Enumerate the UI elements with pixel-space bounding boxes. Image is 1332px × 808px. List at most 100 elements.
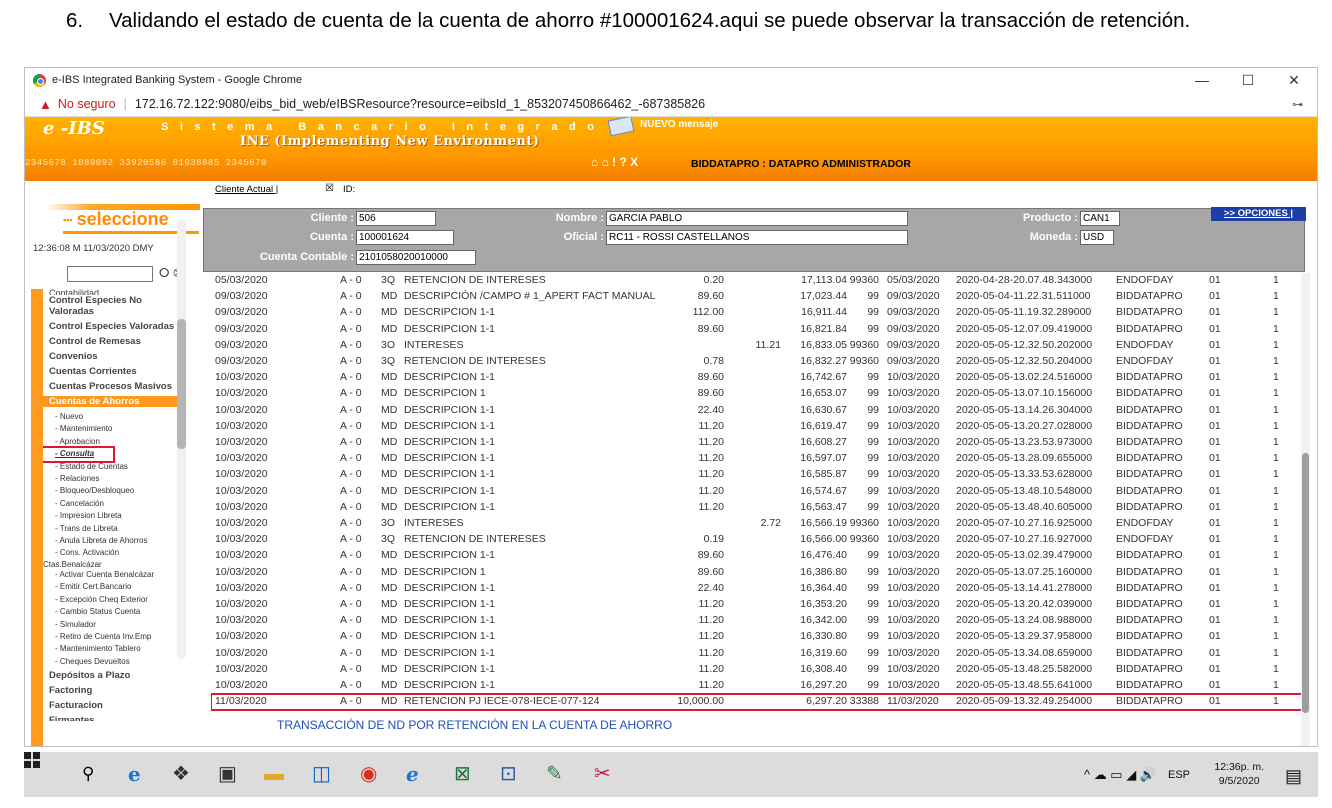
sidebar-subitem-relaciones[interactable]: - Relaciones	[43, 473, 181, 485]
sidebar-subitem-aprobacion[interactable]: - Aprobacion	[43, 436, 181, 448]
transaction-row[interactable]: 10/03/2020 A - 0 MD DESCRIPCION 1-1 11.20 16,…	[211, 678, 1309, 694]
cuenta-field[interactable]: 100001624	[356, 230, 454, 245]
cuenta-contable-field[interactable]: 2101058020010000	[356, 250, 476, 265]
language-indicator[interactable]: ESP	[1168, 769, 1190, 781]
transaction-row[interactable]: 10/03/2020 A - 0 MD DESCRIPCION 1 89.60 16,65…	[211, 386, 1309, 402]
sidebar-subitem-nuevo[interactable]: - Nuevo	[43, 411, 181, 423]
sidebar-item-cuentas-procesos-masivos[interactable]: Cuentas Procesos Masivos	[43, 381, 181, 392]
transaction-row[interactable]: 05/03/2020 A - 0 3Q RETENCION DE INTERESES 0…	[211, 273, 1309, 289]
transaction-row[interactable]: 10/03/2020 A - 0 MD DESCRIPCION 1-1 11.20 16,…	[211, 419, 1309, 435]
sidebar-item-firmantes[interactable]: Firmantes	[43, 715, 181, 721]
search-icon[interactable]: ⚲	[82, 764, 94, 784]
toolbar-icons[interactable]: ⌂ ⌂ ! ? X	[591, 155, 638, 169]
paint-icon[interactable]: ✎	[546, 764, 563, 784]
sidebar-subitem-cons-activacion[interactable]: - Cons. Activación	[43, 547, 181, 559]
transaction-row[interactable]: 10/03/2020 A - 0 MD DESCRIPCION 1-1 89.60 16,…	[211, 548, 1309, 564]
url-text[interactable]: 172.16.72.122:9080/eibs_bid_web/eIBSReso…	[135, 97, 705, 111]
transaction-row[interactable]: 09/03/2020 A - 0 3Q RETENCION DE INTERESES 0…	[211, 354, 1309, 370]
sidebar-subitem-cancelacion[interactable]: - Cancelación	[43, 498, 181, 510]
transaction-row[interactable]: 10/03/2020 A - 0 MD DESCRIPCION 1-1 11.20 16,…	[211, 629, 1309, 645]
transaction-row[interactable]: 09/03/2020 A - 0 3O INTERESES 11.21 16,833.05…	[211, 338, 1309, 354]
snipping-icon[interactable]: ✂	[594, 764, 611, 784]
excel-icon[interactable]: ⊠	[454, 764, 471, 784]
tray-clock[interactable]: 12:36p. m. 9/5/2020	[1214, 760, 1264, 788]
store-icon[interactable]: ▣	[218, 764, 237, 784]
sidebar-item-control-remesas[interactable]: Control de Remesas	[43, 336, 181, 347]
sidebar-item-depositos-plazo[interactable]: Depósitos a Plazo	[43, 670, 181, 681]
highlighted-transaction-row[interactable]: 11/03/2020 A - 0 MD RETENCION PJ IECE-078-I…	[211, 693, 1309, 712]
maximize-button[interactable]: ☐	[1225, 72, 1271, 89]
transaction-row[interactable]: 10/03/2020 A - 0 MD DESCRIPCION 1-1 11.20 16,…	[211, 613, 1309, 629]
address-bar[interactable]: ▲ No seguro | 172.16.72.122:9080/eibs_bi…	[25, 92, 1317, 117]
transaction-row[interactable]: 09/03/2020 A - 0 MD DESCRIPCION 1-1 112.00 16…	[211, 305, 1309, 321]
sidebar-subitem-consulta[interactable]: - Consulta	[43, 446, 115, 463]
transaction-row[interactable]: 10/03/2020 A - 0 MD DESCRIPCION 1-1 11.20 16,…	[211, 435, 1309, 451]
sidebar-subitem-activar-benalcazar[interactable]: - Activar Cuenta Benalcázar	[43, 569, 181, 581]
transaction-row[interactable]: 10/03/2020 A - 0 3Q RETENCION DE INTERESES 0…	[211, 532, 1309, 548]
sidebar-item-factoring[interactable]: Factoring	[43, 685, 181, 696]
transaction-row[interactable]: 10/03/2020 A - 0 MD DESCRIPCION 1-1 11.20 16,…	[211, 646, 1309, 662]
word-icon[interactable]: ⊡	[500, 764, 517, 784]
sidebar-subitem-retiro-cuenta[interactable]: - Retiro de Cuenta Inv.Emp	[43, 631, 181, 643]
transaction-row[interactable]: 10/03/2020 A - 0 MD DESCRIPCION 1-1 22.40 16,…	[211, 403, 1309, 419]
file-explorer-icon[interactable]: ▬	[264, 764, 284, 784]
outlook-icon[interactable]: ◫	[312, 764, 331, 784]
transaction-row[interactable]: 10/03/2020 A - 0 MD DESCRIPCION 1-1 11.20 16,…	[211, 451, 1309, 467]
table-scrollbar[interactable]	[1301, 273, 1310, 746]
transaction-row[interactable]: 10/03/2020 A - 0 3O INTERESES 2.72 16,566.19 9…	[211, 516, 1309, 532]
sidebar-subitem-mantenimiento-tablero[interactable]: - Mantenimiento Tablero	[43, 643, 181, 655]
transaction-row[interactable]: 10/03/2020 A - 0 MD DESCRIPCION 1-1 11.20 16,…	[211, 597, 1309, 613]
transaction-row[interactable]: 09/03/2020 A - 0 MD DESCRIPCIÓN /CAMPO # 1_…	[211, 289, 1309, 305]
close-button[interactable]: ✕	[1271, 72, 1317, 89]
sidebar-subitem-impresion-libreta[interactable]: - Impresion Libreta	[43, 510, 181, 522]
transaction-row[interactable]: 10/03/2020 A - 0 MD DESCRIPCION 1-1 11.20 16,…	[211, 500, 1309, 516]
transaction-row[interactable]: 10/03/2020 A - 0 MD DESCRIPCION 1 89.60 16,38…	[211, 565, 1309, 581]
transaction-row[interactable]: 10/03/2020 A - 0 MD DESCRIPCION 1-1 89.60 16,…	[211, 370, 1309, 386]
ie-icon[interactable]: e	[406, 764, 419, 784]
transaction-row[interactable]: 10/03/2020 A - 0 MD DESCRIPCION 1-1 11.20 16,…	[211, 662, 1309, 678]
sidebar-item-control-especies-no-valoradas[interactable]: Control Especies No Valoradas	[43, 295, 181, 317]
sidebar-subitem-excepcion-cheq[interactable]: - Excepción Cheq Exterior	[43, 594, 181, 606]
sidebar-item-cuentas-corrientes[interactable]: Cuentas Corrientes	[43, 366, 181, 377]
producto-field[interactable]: CAN1	[1080, 211, 1120, 226]
chrome-icon[interactable]: ◉	[360, 764, 377, 784]
oficial-field[interactable]: RC11 - ROSSI CASTELLANOS	[606, 230, 908, 245]
sidebar-scrollbar[interactable]	[177, 219, 186, 659]
cliente-actual-link[interactable]: Cliente Actual |	[215, 184, 278, 195]
dropbox-icon[interactable]: ❖	[172, 764, 190, 784]
opciones-button[interactable]: >> OPCIONES |	[1211, 207, 1306, 221]
sidebar-subitem-cambio-status[interactable]: - Cambio Status Cuenta	[43, 606, 181, 618]
sidebar-subitem-trans-libreta[interactable]: - Trans de Libreta	[43, 523, 181, 535]
edge-icon[interactable]: e	[128, 764, 141, 784]
nuevo-mensaje-link[interactable]: NUEVO mensaje	[640, 119, 718, 130]
sidebar-subitem-ctas-benalcazar[interactable]: Ctas.Benalcázar	[43, 560, 181, 569]
sidebar-subitem-bloqueo[interactable]: - Bloqueo/Desbloqueo	[43, 485, 181, 497]
sidebar-item-control-especies-valoradas[interactable]: Control Especies Valoradas	[43, 321, 181, 332]
security-label[interactable]: No seguro	[58, 97, 116, 111]
moneda-field[interactable]: USD	[1080, 230, 1114, 245]
transaction-row[interactable]: 10/03/2020 A - 0 MD DESCRIPCION 1-1 22.40 16,…	[211, 581, 1309, 597]
transaction-row[interactable]: 10/03/2020 A - 0 MD DESCRIPCION 1-1 11.20 16,…	[211, 467, 1309, 483]
sidebar-subitem-cheques-devueltos[interactable]: - Cheques Devueltos	[43, 656, 181, 668]
envelope-icon[interactable]	[607, 117, 635, 137]
key-icon[interactable]: ⊶	[1292, 98, 1303, 111]
cliente-field[interactable]: 506	[356, 211, 436, 226]
sidebar-subitem-anula-libreta[interactable]: - Anula Libreta de Ahorros	[43, 535, 181, 547]
tray-icons[interactable]: ^ ☁ ▭ ◢ 🔊	[1084, 767, 1156, 783]
menu-search-input[interactable]	[67, 266, 153, 282]
transaction-row[interactable]: 09/03/2020 A - 0 MD DESCRIPCION 1-1 89.60 16,…	[211, 322, 1309, 338]
nombre-field[interactable]: GARCIA PABLO	[606, 211, 908, 226]
sidebar-item-facturacion[interactable]: Facturacion	[43, 700, 181, 711]
sidebar-subitem-mantenimiento[interactable]: - Mantenimiento	[43, 423, 181, 435]
sidebar-item-cuentas-de-ahorros[interactable]: Cuentas de Ahorros	[43, 396, 181, 407]
sidebar-subitem-simulador[interactable]: - Simulador	[43, 619, 181, 631]
table-scroll-thumb[interactable]	[1302, 453, 1309, 713]
sidebar-subitem-estado-cuentas[interactable]: - Estado de Cuentas	[43, 461, 181, 473]
sidebar-scroll-thumb[interactable]	[177, 319, 186, 449]
sidebar-item-convenios[interactable]: Convenios	[43, 351, 181, 362]
notification-icon[interactable]: ▤	[1285, 766, 1302, 787]
transaction-row[interactable]: 10/03/2020 A - 0 MD DESCRIPCION 1-1 11.20 16,…	[211, 484, 1309, 500]
windows-start-icon[interactable]	[24, 752, 40, 768]
sidebar-subitem-emitir-cert[interactable]: - Emitir Cert.Bancario	[43, 581, 181, 593]
minimize-button[interactable]: —	[1179, 72, 1225, 89]
